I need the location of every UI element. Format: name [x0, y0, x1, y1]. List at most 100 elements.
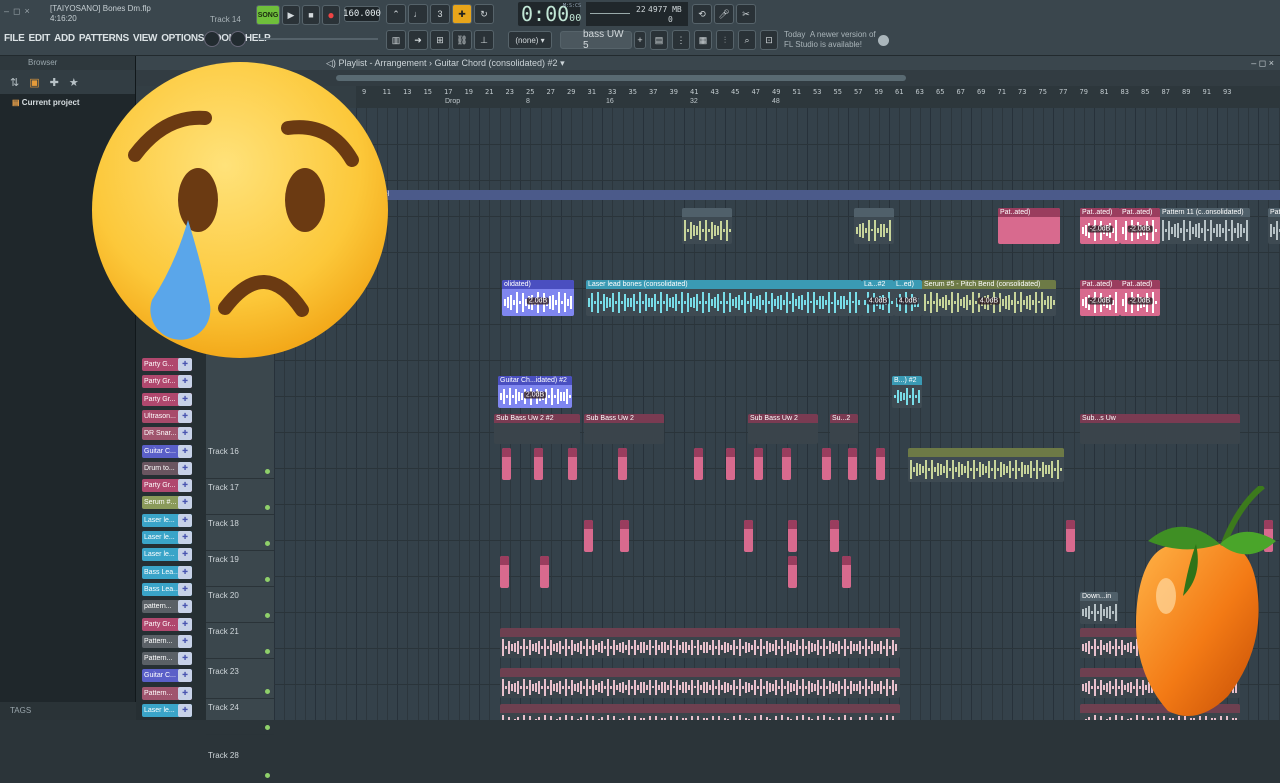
pattern-add-icon[interactable]: ✚ [178, 479, 192, 493]
audio-clip[interactable]: B...) #2 [892, 376, 922, 408]
audio-clip[interactable]: Pat..ated) -2.0dB [1120, 208, 1160, 244]
audio-clip[interactable] [848, 448, 857, 480]
audio-clip[interactable] [568, 448, 577, 480]
close-button[interactable]: × [25, 6, 30, 17]
track-header[interactable]: Track 19 [206, 551, 274, 587]
audio-clip[interactable]: Guitar Ch...idated) #2 2.0dB [498, 376, 572, 408]
channel-rack-icon[interactable]: ⋮ [672, 30, 690, 50]
stop-button[interactable]: ■ [302, 5, 320, 25]
step-edit-icon[interactable]: ✚ [452, 4, 472, 24]
audio-clip[interactable] [842, 556, 851, 588]
pattern-list-item[interactable]: Guitar C... ✚ [142, 444, 192, 458]
pattern-add-icon[interactable]: ✚ [178, 652, 192, 666]
browser-icon[interactable]: ⌕ [738, 30, 756, 50]
menu-file[interactable]: FILE [4, 33, 25, 44]
record-button[interactable]: ● [322, 5, 340, 25]
pattern-add-icon[interactable]: ✚ [178, 634, 192, 648]
browser-tags[interactable]: TAGS [0, 702, 136, 720]
pattern-add-icon[interactable]: ✚ [178, 496, 192, 510]
pattern-list-item[interactable]: DR Snar... ✚ [142, 427, 192, 441]
pattern-add-icon[interactable]: ✚ [178, 565, 192, 579]
menu-patterns[interactable]: PATTERNS [79, 33, 129, 44]
browser-star-icon[interactable]: ★ [69, 76, 79, 89]
audio-clip[interactable]: Down...in [1080, 592, 1118, 624]
pattern-list-item[interactable]: Bass Lea... ✚ [142, 582, 192, 596]
track-header[interactable]: Track 16 [206, 443, 274, 479]
audio-clip[interactable]: Sub Bass Uw 2 [748, 414, 818, 444]
snap-select[interactable]: (none) ▾ [508, 31, 552, 49]
track-header[interactable]: Track 28 [206, 747, 274, 783]
menu-view[interactable]: VIEW [133, 33, 158, 44]
play-button[interactable]: ▶ [282, 5, 300, 25]
audio-clip[interactable]: Pat..ated) -2.0dB [1120, 280, 1160, 316]
stamp-icon[interactable]: ⊥ [474, 30, 494, 50]
pattern-list-item[interactable]: Party Gr... ✚ [142, 617, 192, 631]
pattern-list-item[interactable]: Pattern... ✚ [142, 634, 192, 648]
pattern-add-icon[interactable]: ✚ [178, 669, 192, 683]
audio-clip[interactable] [822, 448, 831, 480]
track-mute-led[interactable] [265, 773, 270, 778]
globe-icon[interactable] [878, 35, 889, 46]
pattern-list-item[interactable]: Laser le... ✚ [142, 704, 192, 717]
audio-clip[interactable]: Pattern 20 (consolidated) [1268, 208, 1280, 244]
track-mute-led[interactable] [265, 505, 270, 510]
pattern-list-item[interactable]: Pattern... ✚ [142, 686, 192, 700]
pattern-add-icon[interactable]: ✚ [178, 461, 192, 475]
pattern-list-item[interactable]: Laser le... ✚ [142, 513, 192, 527]
track-header[interactable]: Track 23 [206, 663, 274, 699]
master-slider[interactable] [258, 38, 378, 40]
pattern-add-icon[interactable]: ✚ [178, 513, 192, 527]
cut-icon[interactable]: ✂ [736, 4, 756, 24]
pattern-add-icon[interactable]: ✚ [178, 531, 192, 544]
audio-clip[interactable]: Sub Bass Uw 2 #2 [494, 414, 580, 444]
audio-clip[interactable] [854, 208, 894, 244]
audio-clip[interactable] [726, 448, 735, 480]
pattern-select[interactable]: bass UW 5 [560, 29, 632, 51]
pattern-list-item[interactable]: pattern... ✚ [142, 600, 192, 614]
link-icon[interactable]: ⛓ [452, 30, 472, 50]
update-notice[interactable]: Today A newer version of FL Studio is av… [784, 30, 876, 50]
song-mode-button[interactable]: SONG [256, 5, 280, 25]
track-mute-led[interactable] [265, 577, 270, 582]
audio-clip[interactable] [540, 556, 549, 588]
audio-clip[interactable]: Laser lead bones (consolidated) [586, 280, 862, 316]
pattern-add-icon[interactable]: ✚ [178, 686, 192, 700]
pattern-list-item[interactable]: Party Gr... ✚ [142, 375, 192, 389]
pattern-list-item[interactable]: Pattern... ✚ [142, 652, 192, 666]
audio-clip[interactable]: La...#2 4.0dB [862, 280, 894, 316]
audio-clip[interactable] [788, 556, 797, 588]
audio-clip[interactable]: Su...2 [830, 414, 858, 444]
pattern-list-item[interactable]: Party Gr... ✚ [142, 392, 192, 406]
browser-plus-icon[interactable]: ✚ [50, 76, 59, 89]
audio-clip[interactable] [782, 448, 791, 480]
audio-clip[interactable]: Pat..ated) -2.0dB [1080, 208, 1120, 244]
menu-add[interactable]: ADD [54, 33, 75, 44]
audio-clip[interactable] [788, 520, 797, 552]
audio-clip[interactable]: Serum #5 - Pitch Bend (consolidated) 4.0d… [922, 280, 1056, 316]
audio-clip[interactable]: L..ed) 4.0dB [894, 280, 922, 316]
pattern-list-item[interactable]: Serum #... ✚ [142, 496, 192, 510]
master-volume-knob[interactable] [204, 31, 220, 47]
add-pattern-button[interactable]: + [634, 31, 646, 49]
browser-arrows-icon[interactable]: ⇅ [10, 76, 19, 89]
menu-edit[interactable]: EDIT [28, 33, 50, 44]
pattern-add-icon[interactable]: ✚ [178, 548, 192, 562]
pattern-list-item[interactable]: Bass Lea... ✚ [142, 565, 192, 579]
track-mute-led[interactable] [265, 649, 270, 654]
audio-clip[interactable]: Pat..ated) [998, 208, 1060, 244]
mix-level-automation[interactable]: Mix level [274, 190, 1280, 200]
audio-clip[interactable] [830, 520, 839, 552]
tempo-display[interactable]: 160.000 [343, 6, 381, 22]
pattern-list-item[interactable]: Guitar C... ✚ [142, 669, 192, 683]
pattern-add-icon[interactable]: ✚ [178, 444, 192, 458]
track-header[interactable]: Track 21 [206, 623, 274, 659]
minimize-button[interactable]: – [4, 6, 9, 17]
pattern-song-icon[interactable]: ⌃ [386, 4, 406, 24]
pattern-add-icon[interactable]: ✚ [178, 704, 192, 717]
browser-folder-icon[interactable]: ▣ [29, 76, 39, 89]
audio-clip[interactable] [754, 448, 763, 480]
pattern-list-item[interactable]: Party Gr... ✚ [142, 479, 192, 493]
piano-roll-view-icon[interactable]: ▦ [694, 30, 712, 50]
pattern-list-item[interactable]: Laser le... ✚ [142, 531, 192, 544]
loop-record-icon[interactable]: ↻ [474, 4, 494, 24]
